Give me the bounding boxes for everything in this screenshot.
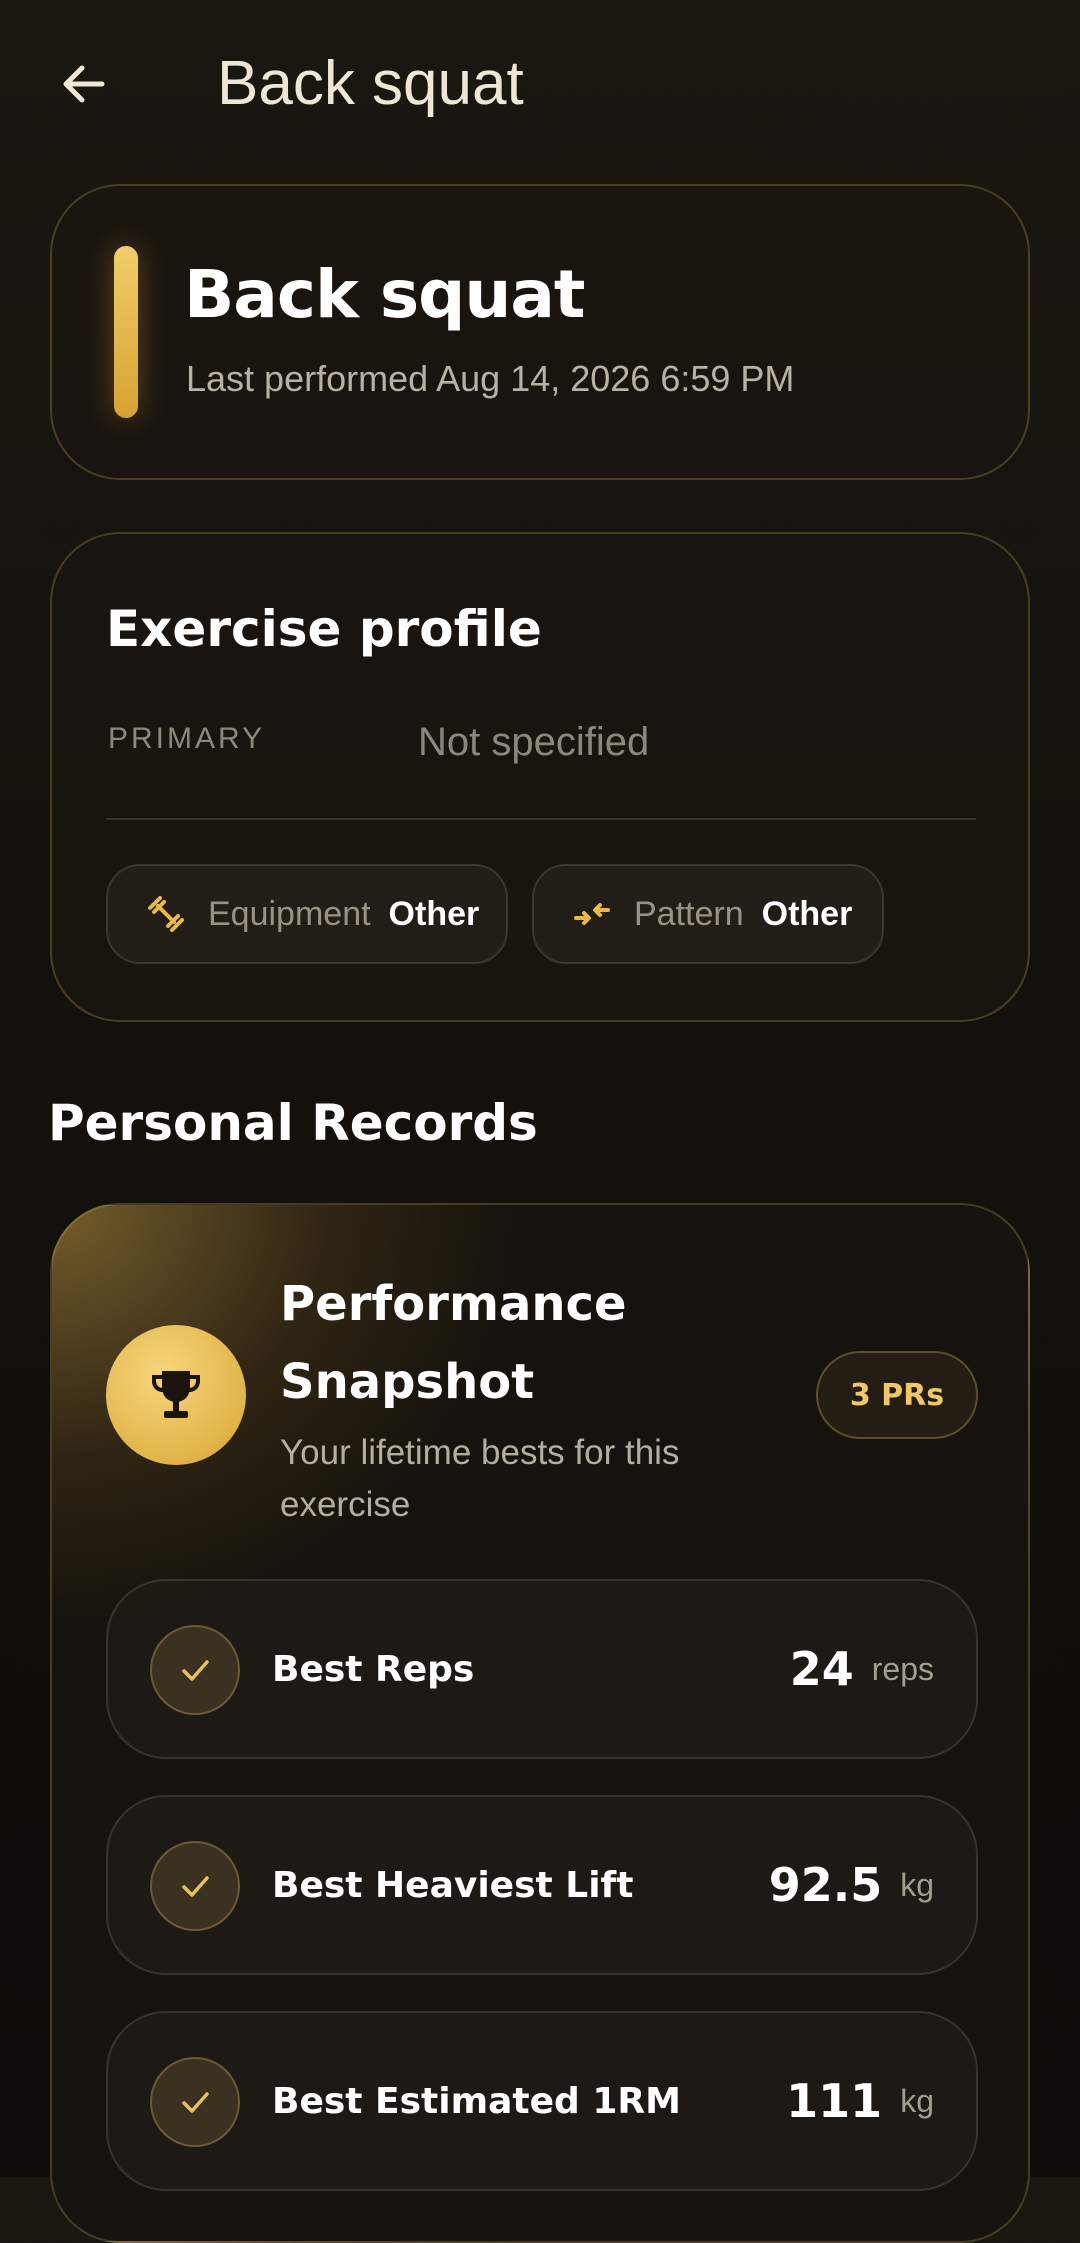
pr-unit: kg <box>900 2082 934 2119</box>
performance-snapshot-card: Performance Snapshot Your lifetime bests… <box>50 1203 1030 2243</box>
top-app-bar: Back squat <box>0 0 1080 170</box>
check-icon <box>150 2057 240 2147</box>
primary-muscle-label: PRIMARY <box>108 722 266 755</box>
divider <box>106 818 976 820</box>
pr-value-group: 111 kg <box>786 2013 934 2189</box>
pr-row-best-estimated-1rm[interactable]: Best Estimated 1RM 111 kg <box>106 2011 978 2191</box>
pr-value-group: 24 reps <box>790 1581 934 1757</box>
pr-label: Best Reps <box>272 1648 475 1690</box>
exercise-profile-card: Exercise profile PRIMARY Not specified E… <box>50 532 1030 1022</box>
equipment-chip[interactable]: Equipment Other <box>106 864 508 964</box>
arrow-left-icon <box>63 65 105 103</box>
profile-title: Exercise profile <box>106 600 542 658</box>
last-performed-text: Last performed Aug 14, 2026 6:59 PM <box>186 358 795 399</box>
check-icon <box>150 1625 240 1715</box>
pr-value-group: 92.5 kg <box>769 1797 934 1973</box>
pr-value: 111 <box>786 2074 883 2128</box>
back-button[interactable] <box>44 44 124 124</box>
pr-unit: kg <box>900 1866 934 1903</box>
equipment-label: Equipment <box>208 894 371 933</box>
pr-label: Best Heaviest Lift <box>272 1864 634 1906</box>
pattern-value: Other <box>761 894 853 933</box>
pattern-arrows-icon <box>570 892 614 936</box>
pr-row-best-heaviest-lift[interactable]: Best Heaviest Lift 92.5 kg <box>106 1795 978 1975</box>
equipment-value: Other <box>388 894 480 933</box>
exercise-header-card: Back squat Last performed Aug 14, 2026 6… <box>50 184 1030 480</box>
snapshot-title: Performance Snapshot <box>280 1276 627 1410</box>
accent-bar <box>114 246 138 418</box>
trophy-icon <box>152 1371 200 1418</box>
primary-muscle-value: Not specified <box>418 720 650 764</box>
snapshot-subtitle: Your lifetime bests for this exercise <box>280 1433 680 1524</box>
dumbbell-icon <box>144 892 188 936</box>
pr-value: 92.5 <box>768 1858 883 1912</box>
pr-row-best-reps[interactable]: Best Reps 24 reps <box>106 1579 978 1759</box>
pr-unit: reps <box>871 1650 934 1687</box>
trophy-badge <box>106 1325 246 1465</box>
pr-label: Best Estimated 1RM <box>272 2080 681 2122</box>
exercise-name: Back squat <box>184 256 585 333</box>
pr-value: 24 <box>789 1642 854 1696</box>
pattern-label: Pattern <box>634 894 744 933</box>
check-icon <box>150 1841 240 1931</box>
page-title: Back squat <box>217 49 524 118</box>
pr-count-badge: 3 PRs <box>816 1351 978 1439</box>
personal-records-heading: Personal Records <box>48 1094 538 1152</box>
pattern-chip[interactable]: Pattern Other <box>532 864 884 964</box>
